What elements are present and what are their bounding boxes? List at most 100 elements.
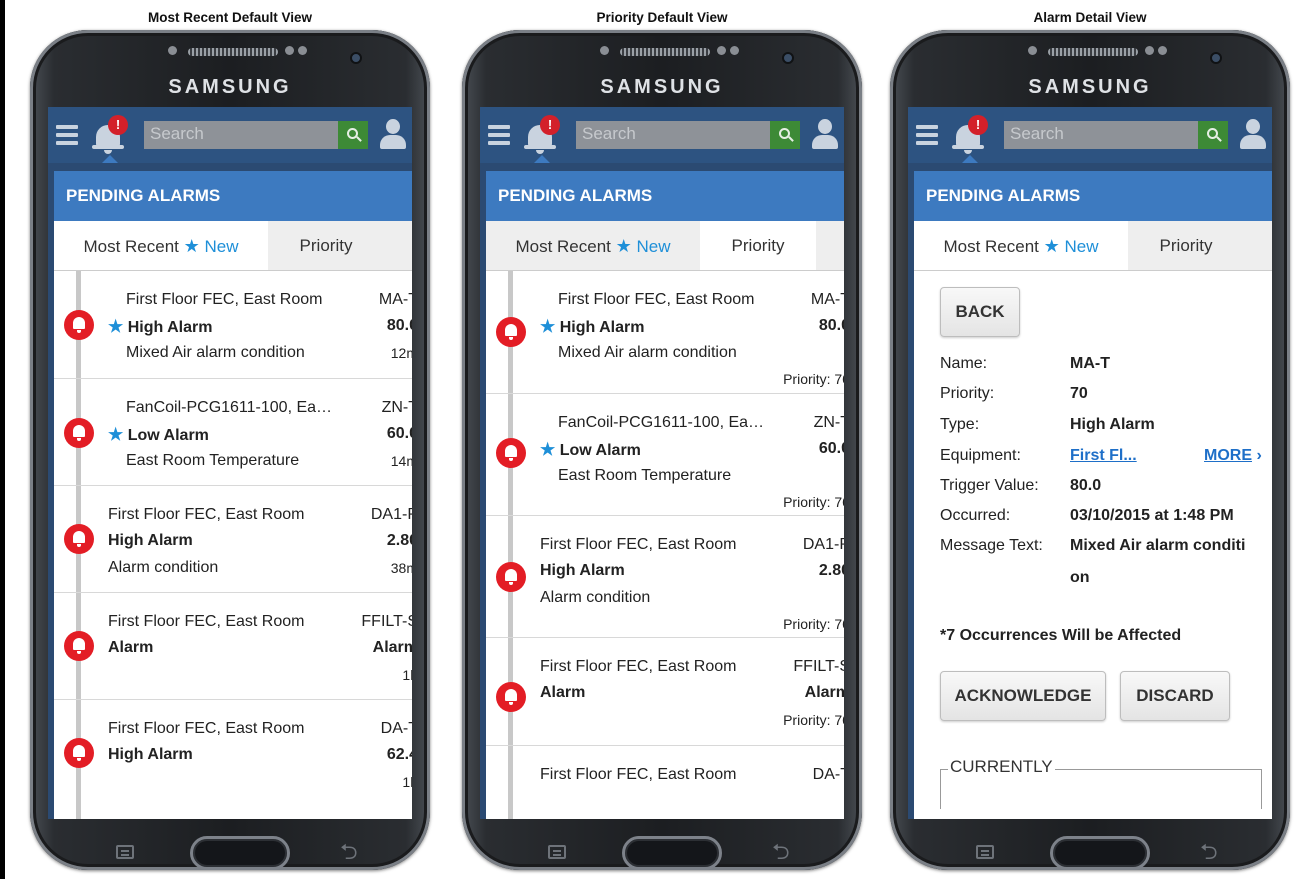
search-input[interactable]: Search bbox=[144, 121, 338, 149]
phone-screen: ! Search PENDING ALARMS Most Recent ★ Ne… bbox=[48, 107, 412, 819]
star-icon: ★ bbox=[183, 236, 200, 256]
menu-key-icon[interactable] bbox=[548, 845, 566, 859]
sensor-dot bbox=[168, 46, 177, 55]
alarm-value: 2.80 bbox=[386, 532, 412, 549]
message-value: Mixed Air alarm conditi bbox=[1070, 537, 1246, 554]
search-button[interactable] bbox=[770, 121, 800, 149]
back-key-icon[interactable]: ⮌ bbox=[772, 841, 798, 863]
tab-most-recent[interactable]: Most Recent ★ New bbox=[486, 221, 700, 270]
alarm-status: ★ High Alarm bbox=[108, 317, 213, 336]
acknowledge-button[interactable]: ACKNOWLEDGE bbox=[940, 671, 1106, 721]
tab-most-recent[interactable]: Most Recent ★ New bbox=[914, 221, 1128, 270]
occurred-label: Occurred: bbox=[940, 507, 1011, 524]
alarm-description: Mixed Air alarm condition bbox=[558, 344, 737, 361]
discard-button[interactable]: DISCARD bbox=[1120, 671, 1230, 721]
pending-alarms-card: PENDING ALARMS Most Recent ★ New Priorit… bbox=[54, 171, 412, 819]
tab-most-recent[interactable]: Most Recent ★ New bbox=[54, 221, 268, 270]
back-key-icon[interactable]: ⮌ bbox=[340, 841, 366, 863]
alarm-point: FFILT-S bbox=[361, 613, 412, 630]
app-topbar: ! Search bbox=[908, 107, 1272, 163]
hamburger-menu-icon[interactable] bbox=[916, 125, 938, 145]
user-profile-icon[interactable] bbox=[1240, 119, 1266, 149]
sensor-dot bbox=[285, 46, 294, 55]
alarm-location: FanCoil-PCG1611-100, Ea… bbox=[126, 399, 333, 416]
search-button[interactable] bbox=[1198, 121, 1228, 149]
search-button[interactable] bbox=[338, 121, 368, 149]
more-link[interactable]: MORE › bbox=[1204, 447, 1262, 465]
alarm-row[interactable]: First Floor FEC, East Room Alarm FFILT-S… bbox=[54, 593, 412, 700]
alarm-row[interactable]: First Floor FEC, East Room High Alarm Al… bbox=[54, 486, 412, 593]
alarm-value: Alarm bbox=[372, 639, 412, 656]
alarm-location: First Floor FEC, East Room bbox=[540, 658, 737, 675]
hamburger-menu-icon[interactable] bbox=[488, 125, 510, 145]
alarm-priority: Priority: 70 bbox=[783, 494, 844, 510]
alarm-row[interactable]: First Floor FEC, East Room ★ High Alarm … bbox=[54, 271, 412, 379]
equipment-link[interactable]: First Fl... bbox=[1070, 447, 1137, 465]
alarm-bell-icon bbox=[496, 562, 526, 592]
alarm-bell-icon bbox=[64, 524, 94, 554]
new-star-icon: ★ bbox=[540, 317, 556, 336]
tab-priority[interactable]: Priority bbox=[700, 221, 816, 270]
user-profile-icon[interactable] bbox=[812, 119, 838, 149]
alarm-description: Alarm condition bbox=[108, 559, 219, 576]
sensor-dot bbox=[600, 46, 609, 55]
alarm-description: East Room Temperature bbox=[126, 452, 300, 469]
app-topbar: ! Search bbox=[480, 107, 844, 163]
panel-alarm-detail: Alarm Detail View SAMSUNG ! Search PENDI… bbox=[880, 0, 1299, 879]
new-star-icon: ★ bbox=[108, 425, 124, 444]
panel-title: Most Recent Default View bbox=[147, 10, 313, 25]
alarm-point: MA-T bbox=[378, 291, 412, 308]
tab-priority[interactable]: Priority bbox=[1128, 221, 1244, 270]
phone-hardware-keys: ⮌ bbox=[50, 820, 410, 870]
sensor-dot bbox=[730, 46, 739, 55]
search-input[interactable]: Search bbox=[576, 121, 770, 149]
alarm-row[interactable]: First Floor FEC, East Room DA-T bbox=[486, 746, 844, 806]
alarm-point: MA-T bbox=[810, 291, 844, 308]
home-button[interactable] bbox=[190, 836, 290, 870]
alarm-value: 80.0 bbox=[818, 317, 844, 334]
brand-logo: SAMSUNG bbox=[600, 76, 724, 98]
app-topbar: ! Search bbox=[48, 107, 412, 163]
alarm-bell-icon bbox=[64, 631, 94, 661]
phone-frame: SAMSUNG ! Search PENDING ALARMS Most Rec… bbox=[30, 30, 430, 870]
alarm-priority: Priority: 70 bbox=[783, 712, 844, 728]
hamburger-menu-icon[interactable] bbox=[56, 125, 78, 145]
alarm-point: DA1-P bbox=[370, 506, 412, 523]
alarm-status: High Alarm bbox=[108, 746, 193, 763]
new-star-icon: ★ bbox=[540, 440, 556, 459]
tab-new-label: New bbox=[204, 237, 239, 256]
alarm-point: ZN-T bbox=[381, 399, 412, 416]
alarm-status: High Alarm bbox=[540, 562, 625, 579]
tab-new-label: New bbox=[1064, 237, 1099, 256]
alarm-list: First Floor FEC, East Room ★ High Alarm … bbox=[54, 271, 412, 819]
alarm-row[interactable]: First Floor FEC, East Room Alarm FFILT-S… bbox=[486, 638, 844, 746]
alarm-row[interactable]: First Floor FEC, East Room ★ High Alarm … bbox=[486, 271, 844, 394]
card-header: PENDING ALARMS bbox=[54, 171, 412, 221]
alarm-row[interactable]: First Floor FEC, East Room High Alarm DA… bbox=[54, 700, 412, 790]
tab-new-label: New bbox=[636, 237, 671, 256]
search-input[interactable]: Search bbox=[1004, 121, 1198, 149]
sensor-dot bbox=[717, 46, 726, 55]
sensor-dot bbox=[1145, 46, 1154, 55]
menu-key-icon[interactable] bbox=[976, 845, 994, 859]
user-profile-icon[interactable] bbox=[380, 119, 406, 149]
alarm-status: ★ Low Alarm bbox=[540, 440, 641, 459]
trigger-value-label: Trigger Value: bbox=[940, 477, 1039, 494]
menu-key-icon[interactable] bbox=[116, 845, 134, 859]
alarm-value: 80.0 bbox=[386, 317, 412, 334]
card-header: PENDING ALARMS bbox=[486, 171, 844, 221]
alarm-row[interactable]: FanCoil-PCG1611-100, Ea… ★ Low Alarm Eas… bbox=[486, 394, 844, 516]
home-button[interactable] bbox=[1050, 836, 1150, 870]
back-button[interactable]: BACK bbox=[940, 287, 1020, 337]
brand-logo: SAMSUNG bbox=[1028, 76, 1152, 98]
back-key-icon[interactable]: ⮌ bbox=[1200, 841, 1226, 863]
star-icon: ★ bbox=[615, 236, 632, 256]
message-label: Message Text: bbox=[940, 537, 1043, 554]
sensor-dot bbox=[1028, 46, 1037, 55]
alarm-row[interactable]: FanCoil-PCG1611-100, Ea… ★ Low Alarm Eas… bbox=[54, 379, 412, 486]
home-button[interactable] bbox=[622, 836, 722, 870]
alarm-row[interactable]: First Floor FEC, East Room High Alarm Al… bbox=[486, 516, 844, 638]
tab-priority[interactable]: Priority bbox=[268, 221, 384, 270]
tab-bar: Most Recent ★ New Priority bbox=[54, 221, 412, 271]
type-label: Type: bbox=[940, 416, 980, 433]
